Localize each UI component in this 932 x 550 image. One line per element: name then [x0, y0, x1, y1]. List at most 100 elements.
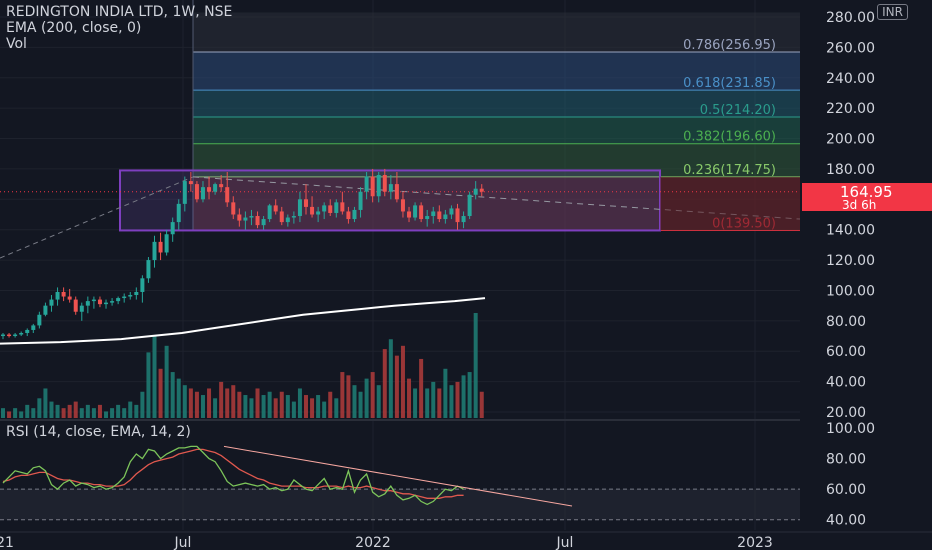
volume-bar [200, 395, 205, 418]
volume-bar [225, 388, 230, 418]
fib-label: 0.236(174.75) [683, 163, 776, 178]
candle-body [291, 216, 296, 218]
candle-body [473, 188, 478, 195]
candle-body [437, 211, 442, 220]
price-tick: 240.00 [826, 71, 875, 87]
price-axis: 20.00 40.00 60.00 80.00 100.00 120.00 140.00 16… [800, 0, 932, 550]
volume-bar [316, 395, 321, 418]
volume-bar [207, 388, 212, 418]
volume-bar [164, 345, 169, 418]
price-tick: 140.00 [826, 223, 875, 239]
consolidation-box [0, 169, 801, 259]
volume-bar [116, 404, 121, 418]
candle-body [255, 216, 260, 226]
volume-bar [188, 388, 193, 418]
volume-bar [473, 313, 478, 418]
candle-body [388, 184, 393, 192]
candle-body [267, 205, 272, 220]
candle-body [194, 184, 199, 200]
volume-bar [340, 372, 345, 418]
volume-bar [31, 408, 36, 418]
candle-body [425, 216, 430, 220]
candle-body [364, 176, 369, 192]
volume-bar [128, 401, 133, 418]
price-chart[interactable]: 0.786(256.95) 0.618(231.85) 0.5(214.20) 0.3… [0, 0, 932, 550]
volume-bar [376, 385, 381, 418]
price-tick: 100.00 [826, 283, 875, 299]
candle-body [61, 291, 66, 297]
rsi-legend[interactable]: RSI (14, close, EMA, 14, 2) [6, 424, 191, 440]
candle-body [73, 299, 78, 312]
volume-bar [91, 408, 96, 418]
volume-bar [194, 391, 199, 418]
volume-bar [249, 398, 254, 418]
stop-zone [660, 176, 800, 231]
volume-bar [358, 391, 363, 418]
volume-bar [213, 398, 218, 418]
volume-bar [455, 381, 460, 418]
candle-body [19, 333, 24, 335]
volume-bar [443, 368, 448, 418]
last-price-tag: 164.95 3d 6h [802, 183, 932, 212]
candle-body [346, 211, 351, 220]
symbol-legend[interactable]: REDINGTON INDIA LTD, 1W, NSE [6, 4, 232, 20]
volume-legend[interactable]: Vol [6, 36, 27, 52]
candle-body [110, 301, 115, 303]
candle-body [43, 305, 48, 315]
volume-bar [140, 391, 145, 418]
candle-body [31, 325, 36, 330]
volume-bars [1, 313, 484, 418]
time-tick: Jul [174, 535, 192, 550]
candle-body [146, 260, 151, 279]
price-tick: 60.00 [826, 344, 866, 360]
candle-body [67, 296, 72, 300]
candle-body [461, 216, 466, 223]
volume-bar [13, 408, 18, 418]
volume-bar [479, 391, 484, 418]
fib-label: 0.786(256.95) [683, 38, 776, 53]
candle-body [25, 329, 30, 333]
candle-body [273, 205, 278, 212]
candle-body [443, 214, 448, 220]
volume-bar [431, 381, 436, 418]
candle-body [322, 205, 327, 212]
candle-body [170, 222, 175, 235]
candle-body [279, 211, 284, 223]
candle-body [297, 199, 302, 217]
candle-body [334, 202, 339, 213]
volume-bar [73, 401, 78, 418]
price-tick: 200.00 [826, 132, 875, 148]
volume-bar [285, 395, 290, 418]
candle-body [394, 184, 399, 200]
candle-body [219, 184, 224, 188]
candle-body [116, 298, 121, 302]
fib-label: 0.382(196.60) [683, 130, 776, 145]
volume-bar [322, 401, 327, 418]
volume-bar [255, 388, 260, 418]
rsi-tick: 40.00 [826, 513, 866, 529]
volume-bar [43, 388, 48, 418]
candle-body [200, 187, 205, 200]
ema-legend[interactable]: EMA (200, close, 0) [6, 20, 141, 36]
price-tick: 180.00 [826, 162, 875, 178]
currency-badge[interactable]: INR [877, 4, 908, 20]
candle-body [1, 334, 5, 337]
volume-bar [37, 398, 42, 418]
volume-bar [449, 385, 454, 418]
volume-bar [110, 408, 115, 418]
volume-bar [400, 345, 405, 418]
candle-body [213, 184, 218, 192]
candle-body [158, 241, 163, 253]
candle-body [449, 208, 454, 215]
volume-bar [461, 375, 466, 418]
candle-body [97, 299, 102, 305]
candle-body [370, 176, 375, 197]
volume-bar [279, 391, 284, 418]
volume-bar [237, 391, 242, 418]
volume-bar [467, 372, 472, 418]
candle-body [104, 302, 109, 305]
volume-bar [273, 398, 278, 418]
candle-body [225, 187, 230, 203]
price-tick: 220.00 [826, 101, 875, 117]
candle-body [182, 181, 187, 204]
